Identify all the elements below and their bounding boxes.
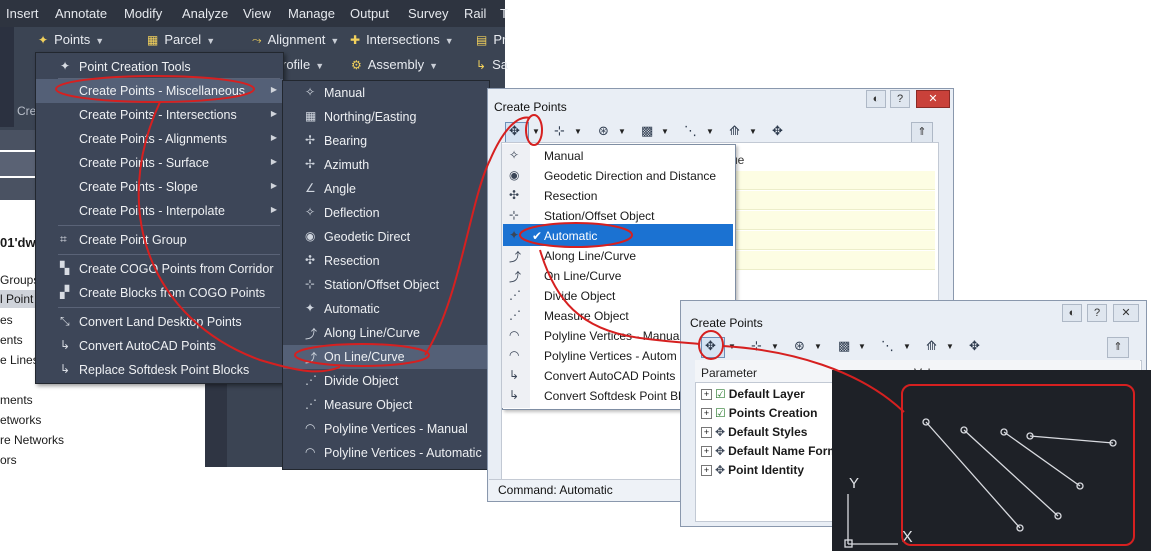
connector-curve [424,116,531,356]
highlight-ellipse-misc [55,75,255,103]
annotation-overlay [55,75,905,413]
connector-curve [137,101,341,373]
highlight-ellipse-on-line [294,343,430,367]
connector-curve [722,345,905,413]
highlight-ellipse-dropdown [525,114,543,146]
connector-curve [539,249,701,345]
highlight-ellipse-automatic [519,222,633,248]
highlight-ellipse-tool [698,330,724,360]
